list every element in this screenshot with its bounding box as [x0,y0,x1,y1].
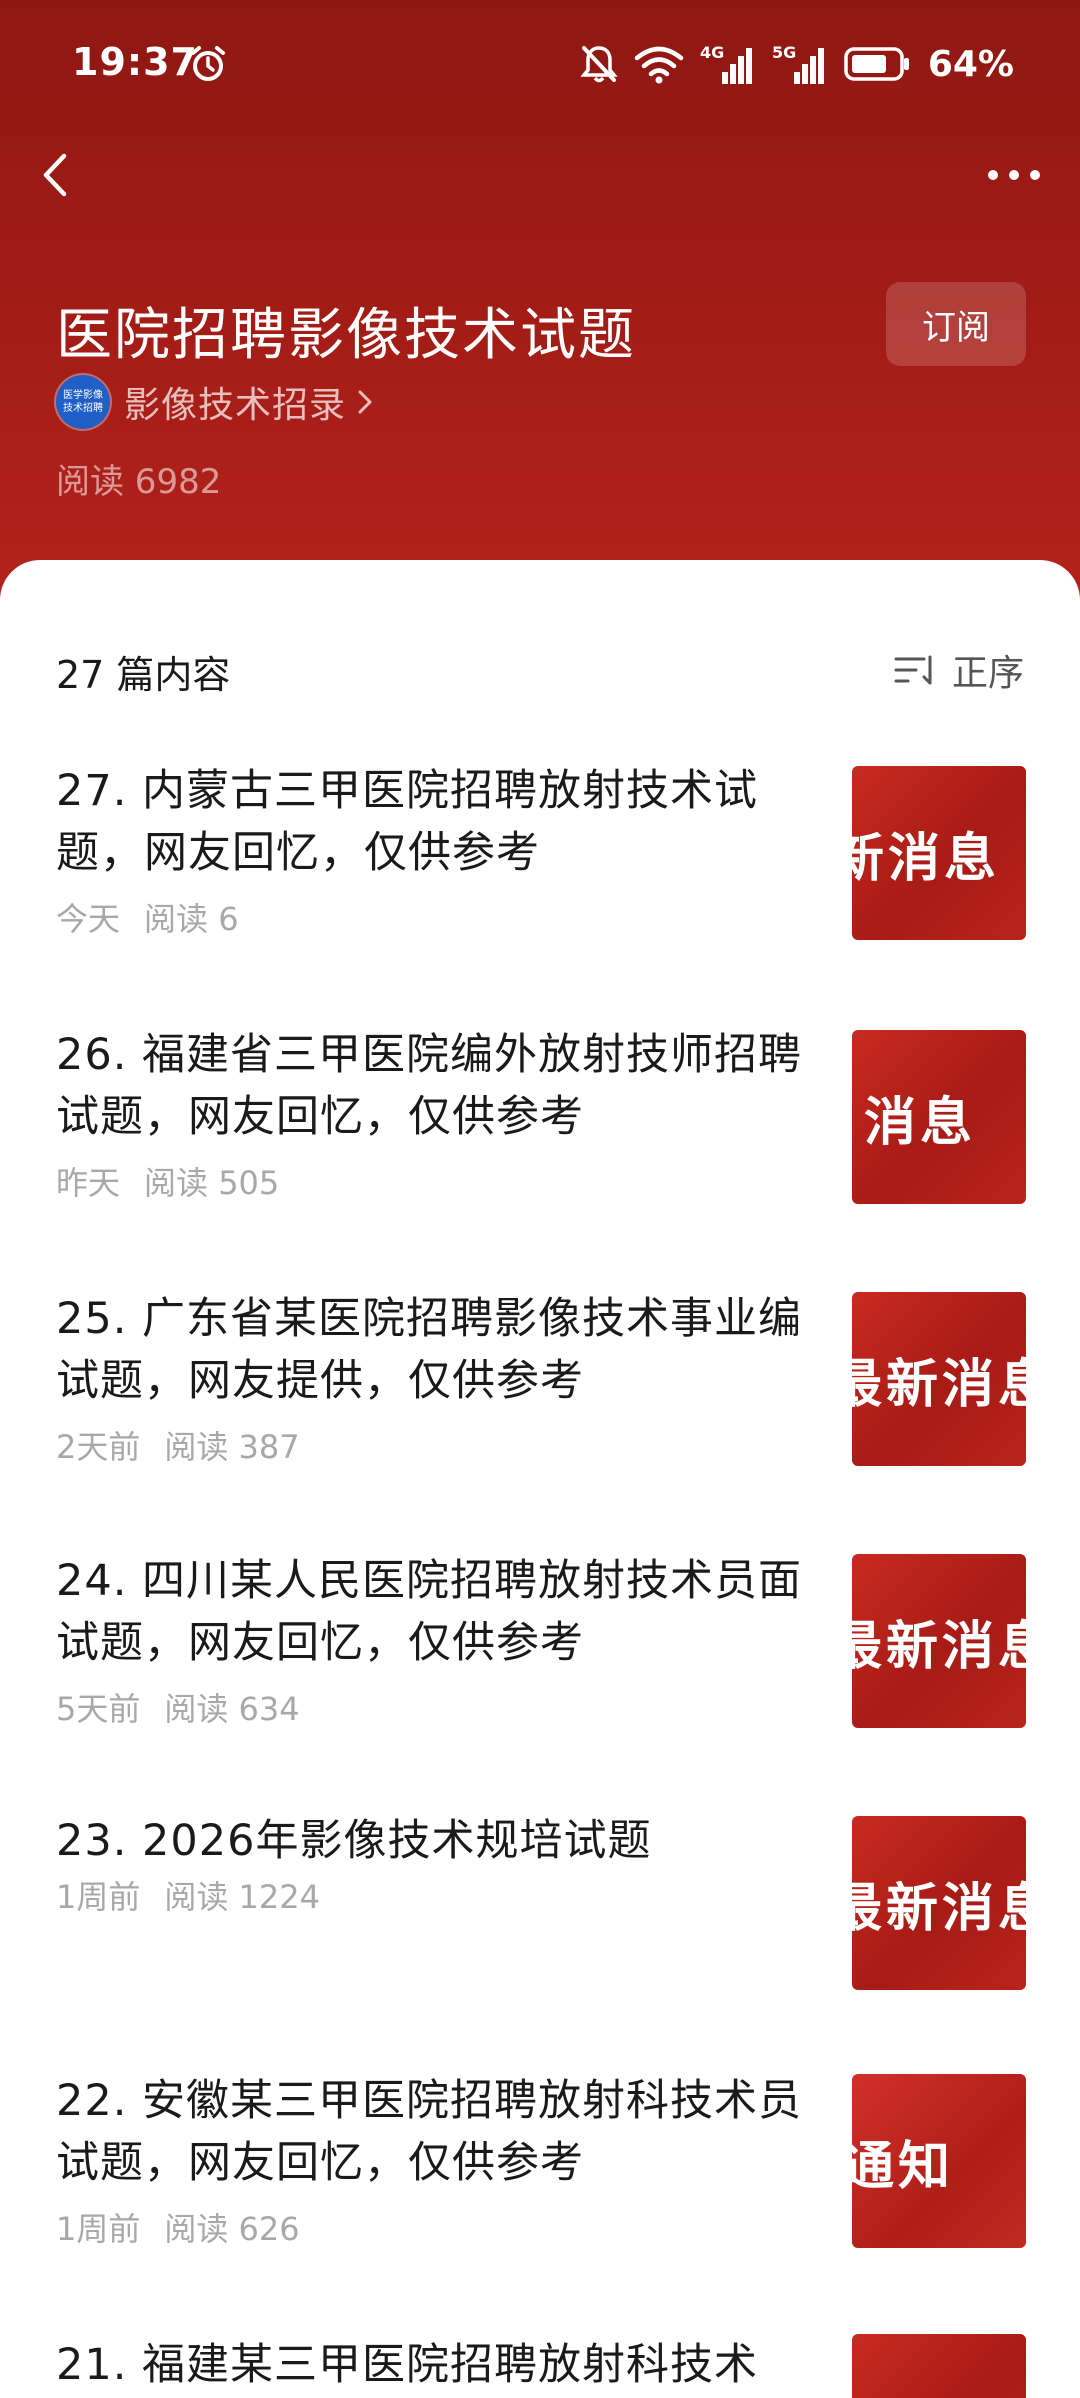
more-dots-icon[interactable] [984,160,1044,190]
item-meta: 5天前 阅读 634 [56,1684,300,1730]
avatar-text-line: 技术招聘 [63,403,103,414]
thumbnail-text: 最新消息 [852,1616,1026,1677]
svg-text:4G: 4G [700,43,724,62]
status-icons: 4G 5G 64% [580,40,1014,88]
read-count: 阅读 6982 [56,462,222,502]
list-item[interactable]: 22. 安徽某三甲医院招聘放射科技术员试题，网友回忆，仅供参考 1周前 阅读 626… [56,2070,1026,2248]
item-time: 5天前 [56,1690,141,1728]
thumbnail-text: 新消息 [852,828,1001,889]
thumbnail-text: 通知 [852,2136,955,2197]
item-time: 昨天 [56,1164,121,1202]
account-link[interactable]: 医学影像技术招聘 影像技术招录 [56,374,374,430]
item-time: 今天 [56,900,121,938]
signal-5g-icon: 5G [772,43,824,84]
item-thumbnail: 最新消 [852,2334,1026,2398]
item-title: 24. 四川某人民医院招聘放射技术员面试题，网友回忆，仅供参考 [56,1556,803,1668]
item-meta: 1周前 阅读 626 [56,2204,300,2250]
list-item[interactable]: 24. 四川某人民医院招聘放射技术员面试题，网友回忆，仅供参考 5天前 阅读 634… [56,1550,1026,1728]
article-count: 27 篇内容 [56,653,231,697]
avatar-text-line: 医学影像 [63,390,103,401]
item-reads: 阅读 1224 [164,1878,320,1916]
item-reads: 阅读 387 [164,1428,300,1466]
alarm-icon [191,46,225,81]
item-meta: 昨天 阅读 505 [56,1158,279,1204]
item-meta: 2天前 阅读 387 [56,1422,300,1468]
item-title: 26. 福建省三甲医院编外放射技师招聘试题，网友回忆，仅供参考 [56,1030,803,1142]
item-meta: 今天 阅读 6 [56,894,239,940]
item-reads: 阅读 634 [164,1690,300,1728]
item-title: 25. 广东省某医院招聘影像技术事业编试题，网友提供，仅供参考 [56,1294,803,1406]
sort-button[interactable]: 正序 [894,644,1024,696]
item-time: 1周前 [56,1878,141,1916]
thumbnail-text: 最新消 [852,2384,998,2398]
item-thumbnail: 最新消息 [852,1554,1026,1728]
thumbnail-text: 消息 [864,1092,977,1153]
wifi-icon [634,46,684,84]
battery-icon [844,47,909,81]
avatar: 医学影像 技术招聘 [56,375,110,429]
svg-text:5G: 5G [772,43,796,62]
status-bar: 19:37 4G 5G 64% [0,0,1080,130]
list-item[interactable]: 25. 广东省某医院招聘影像技术事业编试题，网友提供，仅供参考 2天前 阅读 387… [56,1288,1026,1466]
sort-order-icon [894,655,932,685]
item-thumbnail: 新消息 [852,766,1026,940]
item-thumbnail: 通知 [852,2074,1026,2248]
thumbnail-text: 最新消息 [852,1354,1026,1415]
item-thumbnail: 最新消息 [852,1816,1026,1990]
account-name: 影像技术招录 [124,385,347,426]
item-reads: 阅读 6 [144,900,239,938]
screen: 19:37 4G 5G 64% 医院招聘影像技术试题 订阅 医学影像 技术招聘 … [0,0,1080,2398]
page-title: 医院招聘影像技术试题 [56,303,636,368]
header-banner: 19:37 4G 5G 64% 医院招聘影像技术试题 订阅 医学影像 技术招聘 … [0,0,1080,600]
chevron-right-icon [358,390,372,414]
item-reads: 阅读 505 [144,1164,280,1202]
item-time: 1周前 [56,2210,141,2248]
chevron-left-icon[interactable] [34,150,78,200]
item-title: 22. 安徽某三甲医院招聘放射科技术员试题，网友回忆，仅供参考 [56,2076,803,2188]
item-time: 2天前 [56,1428,141,1466]
status-time: 19:37 [72,40,198,84]
thumbnail-text: 最新消息 [852,1878,1026,1939]
list-item[interactable]: 23. 2026年影像技术规培试题 1周前阅读 1224 最新消息 [56,1810,1026,1990]
item-meta: 1周前 阅读 1224 [56,1872,320,1918]
item-title: 27. 内蒙古三甲医院招聘放射技术试题，网友回忆，仅供参考 [56,766,759,878]
signal-4g-icon: 4G [700,43,752,84]
content-list-card: 27 篇内容 正序 27. 内蒙古三甲医院招聘放射技术试题，网友回忆，仅供参考今… [0,560,1080,2398]
subscribe-button[interactable]: 订阅 [886,282,1026,366]
list-item[interactable]: 21. 福建某三甲医院招聘放射科技术最新消 [56,2334,1026,2398]
mute-icon [580,46,618,83]
item-title: 21. 福建某三甲医院招聘放射科技术 [56,2340,759,2390]
item-thumbnail: 最新消息 [852,1292,1026,1466]
sort-label: 正序 [951,653,1024,694]
list-item[interactable]: 27. 内蒙古三甲医院招聘放射技术试题，网友回忆，仅供参考今天 阅读 6 新消息 [56,760,1026,940]
item-title: 23. 2026年影像技术规培试题 [56,1816,652,1866]
item-thumbnail: 消息 [852,1030,1026,1204]
list-item[interactable]: 26. 福建省三甲医院编外放射技师招聘试题，网友回忆，仅供参考昨天 阅读 505 消… [56,1024,1026,1204]
item-reads: 阅读 626 [164,2210,300,2248]
battery-percent: 64% [927,43,1014,85]
list-header: 27 篇内容 正序 [56,644,1024,697]
